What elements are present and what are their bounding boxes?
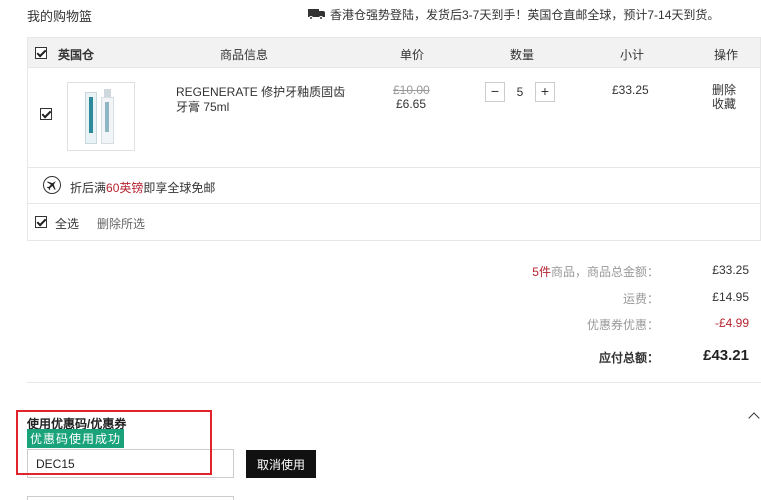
unit-price: £6.65 bbox=[396, 97, 427, 111]
summary-goods: 5件商品，商品总金额： £33.25 bbox=[532, 263, 749, 279]
page-title: 我的购物篮 bbox=[27, 9, 93, 24]
increment-button[interactable]: + bbox=[535, 82, 555, 102]
truck-icon bbox=[308, 9, 325, 20]
product-image[interactable] bbox=[67, 82, 135, 151]
coupon-success-badge: 优惠码使用成功 bbox=[27, 429, 125, 448]
airplane-icon bbox=[43, 176, 61, 194]
cancel-coupon-button[interactable]: 取消使用 bbox=[246, 450, 316, 478]
decrement-button[interactable]: − bbox=[485, 82, 505, 102]
coupon-discount: -£4.99 bbox=[714, 316, 749, 330]
header-unit-price: 单价 bbox=[400, 48, 425, 62]
favorite-link[interactable]: 收藏 bbox=[712, 97, 736, 111]
item-count: 5件 bbox=[532, 265, 551, 279]
shipping-note: 香港仓强势登陆，发货后3-7天到手！英国仓直邮全球，预计7-14天到货。 bbox=[308, 6, 719, 23]
warehouse-label: 英国仓 bbox=[58, 48, 95, 62]
shipping-note-text: 香港仓强势登陆，发货后3-7天到手！英国仓直邮全球，预计7-14天到货。 bbox=[330, 8, 720, 22]
select-all-label[interactable]: 全选 bbox=[55, 215, 79, 232]
warehouse-checkbox[interactable] bbox=[35, 47, 47, 59]
header-subtotal: 小计 bbox=[620, 48, 645, 62]
cart-header: 英国仓 商品信息 单价 数量 小计 操作 bbox=[28, 38, 760, 68]
delete-selected-link[interactable]: 删除所选 bbox=[97, 215, 145, 232]
item-checkbox[interactable] bbox=[40, 108, 52, 120]
chevron-up-icon[interactable] bbox=[748, 412, 760, 424]
original-price: £10.00 bbox=[393, 83, 430, 97]
promo-threshold: 60英镑 bbox=[106, 181, 144, 195]
summary-coupon: 优惠券优惠： -£4.99 bbox=[586, 316, 749, 332]
delete-link[interactable]: 删除 bbox=[712, 83, 736, 97]
promo-text: 折后满60英镑即享全球免邮 bbox=[70, 181, 216, 195]
coupon-code-input[interactable] bbox=[27, 449, 234, 478]
select-all-row: 全选 删除所选 bbox=[28, 204, 760, 240]
product-name[interactable]: REGENERATE 修护牙釉质固齿牙膏 75ml bbox=[176, 85, 346, 115]
quantity-stepper: − 5 + bbox=[485, 82, 555, 102]
summary-total: 应付总额： £43.21 bbox=[598, 347, 749, 365]
free-shipping-promo: 折后满60英镑即享全球免邮 bbox=[28, 168, 760, 204]
item-actions: 删除 收藏 bbox=[712, 83, 736, 111]
header-quantity: 数量 bbox=[510, 48, 535, 62]
section-divider bbox=[27, 382, 761, 383]
header-product-info: 商品信息 bbox=[220, 48, 269, 62]
item-subtotal: £33.25 bbox=[612, 83, 649, 97]
quantity-value[interactable]: 5 bbox=[505, 85, 535, 99]
secondary-input[interactable] bbox=[27, 496, 234, 500]
shipping-cost: £14.95 bbox=[712, 290, 749, 304]
select-all-checkbox[interactable] bbox=[35, 216, 47, 228]
total-amount: £43.21 bbox=[703, 347, 749, 364]
cart-item-row: REGENERATE 修护牙釉质固齿牙膏 75ml £10.00 £6.65 −… bbox=[28, 68, 760, 168]
header-actions: 操作 bbox=[714, 48, 739, 62]
cart-table: 英国仓 商品信息 单价 数量 小计 操作 REGENERATE 修护牙釉质固齿牙… bbox=[27, 37, 761, 241]
goods-total: £33.25 bbox=[712, 263, 749, 277]
summary-shipping: 运费： £14.95 bbox=[622, 290, 749, 306]
